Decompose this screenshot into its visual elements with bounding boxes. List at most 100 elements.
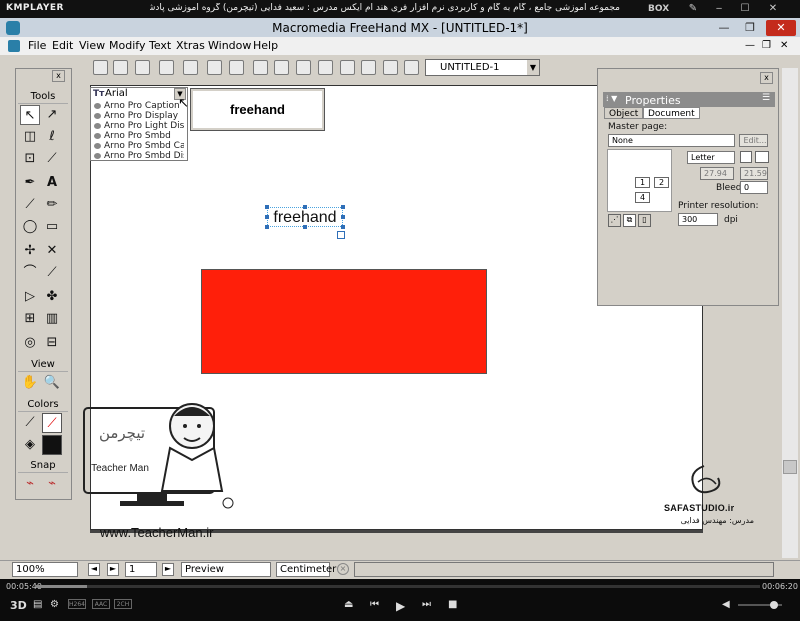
doc-close-icon[interactable]: ✕ — [780, 40, 788, 51]
fill-color-icon[interactable]: ◈ — [20, 435, 40, 455]
trace-tool-icon[interactable]: ⊞ — [20, 309, 40, 329]
page-size-select[interactable]: Letter — [687, 151, 735, 164]
page-prev-icon[interactable]: ◄ — [88, 563, 100, 576]
menu-text[interactable]: Text — [149, 39, 171, 52]
duplicate-page-icon[interactable]: ⧉ — [623, 214, 636, 227]
hand-tool-icon[interactable]: ✋ — [20, 373, 40, 393]
knife-tool-icon[interactable]: ⌒ — [20, 263, 40, 283]
pin-icon[interactable]: ✎ — [686, 3, 700, 15]
stroke-color-icon[interactable]: ⟋ — [20, 413, 40, 433]
subselect-tool-icon[interactable]: ↗ — [42, 105, 62, 125]
page-thumb[interactable]: 4 — [635, 192, 650, 203]
page-next-icon[interactable]: ► — [107, 563, 119, 576]
master-page-select[interactable]: None — [608, 134, 735, 147]
page-height-field[interactable]: 21.59 — [740, 167, 768, 180]
lock-icon[interactable] — [207, 60, 222, 75]
tab-document[interactable]: Document — [643, 107, 700, 119]
selection-handle[interactable] — [265, 205, 269, 209]
link-box-handle[interactable] — [337, 231, 345, 239]
portrait-icon[interactable] — [740, 151, 752, 163]
snap-point-icon[interactable]: ⌁ — [20, 474, 40, 494]
page-tool-icon[interactable]: ◫ — [20, 127, 40, 147]
transform-icon[interactable] — [296, 60, 311, 75]
selection-handle[interactable] — [341, 225, 345, 229]
page-thumb[interactable]: 2 — [654, 177, 669, 188]
app-minimize-icon[interactable]: — — [714, 20, 734, 36]
close-icon[interactable]: x — [52, 70, 65, 82]
connector-tool-icon[interactable]: ◎ — [20, 333, 40, 353]
minimize-icon[interactable]: ‒ — [712, 3, 726, 15]
tab-object[interactable]: Object — [604, 107, 644, 119]
page-number-select[interactable]: 1 — [125, 562, 157, 577]
doc-restore-icon[interactable]: ❐ — [762, 40, 771, 51]
eject-icon[interactable]: ⏏ — [344, 599, 353, 610]
page-last-icon[interactable]: ► — [162, 563, 174, 576]
document-select[interactable]: UNTITLED-1 — [425, 59, 540, 76]
brush-tool-icon[interactable]: ⟋ — [42, 263, 62, 283]
previous-icon[interactable]: ⏮ — [370, 599, 379, 610]
menu-window[interactable]: Window — [208, 39, 251, 52]
options-menu-icon[interactable]: ☰ — [762, 93, 770, 103]
graph-tool-icon[interactable]: ▥ — [42, 309, 62, 329]
cancel-icon[interactable]: × — [337, 563, 349, 575]
line-tool-icon[interactable]: ⟋ — [20, 195, 40, 215]
export-icon[interactable] — [183, 60, 198, 75]
close-icon[interactable]: ✕ — [766, 3, 780, 15]
unlock-icon[interactable] — [229, 60, 244, 75]
envelope-tool-icon[interactable]: ✤ — [42, 287, 62, 307]
menu-xtras[interactable]: Xtras — [176, 39, 205, 52]
swatches-icon[interactable] — [361, 60, 376, 75]
eyedropper-tool-icon[interactable]: ⟋ — [42, 149, 62, 169]
kmplayer-box-label[interactable]: BOX — [648, 4, 669, 14]
page-view-icon[interactable]: ▯ — [638, 214, 651, 227]
selection-handle[interactable] — [341, 215, 345, 219]
doc-minimize-icon[interactable]: — — [745, 40, 755, 51]
save-icon[interactable] — [135, 60, 150, 75]
font-option[interactable]: Arno Pro Smbd Disp — [92, 151, 184, 161]
ellipse-tool-icon[interactable]: ◯ — [20, 217, 40, 237]
text-tool-icon[interactable]: A — [42, 173, 62, 193]
grip-icon[interactable]: ⁞ ▼ — [606, 94, 617, 103]
rectangle-tool-icon[interactable]: ▭ — [42, 217, 62, 237]
group-icon[interactable] — [253, 60, 268, 75]
selection-handle[interactable] — [303, 205, 307, 209]
selection-handle[interactable] — [265, 215, 269, 219]
seek-bar[interactable] — [36, 585, 760, 588]
menu-file[interactable]: File — [28, 39, 46, 52]
close-icon[interactable]: x — [760, 72, 773, 84]
3d-icon[interactable]: 3D — [10, 599, 27, 612]
zoom-select[interactable]: 100% — [12, 562, 78, 577]
blend-tool-icon[interactable]: ▷ — [20, 287, 40, 307]
layers-icon[interactable] — [318, 60, 333, 75]
pointer-tool-icon[interactable]: ↖ — [20, 105, 40, 125]
font-option[interactable]: Arno Pro Smbd — [92, 131, 184, 141]
play-icon[interactable]: ▶ — [396, 599, 405, 613]
selection-handle[interactable] — [303, 225, 307, 229]
scrollbar-thumb[interactable] — [783, 460, 797, 474]
next-icon[interactable]: ⏭ — [422, 599, 431, 610]
selection-handle[interactable] — [341, 205, 345, 209]
menu-edit[interactable]: Edit — [52, 39, 73, 52]
new-icon[interactable] — [93, 60, 108, 75]
open-icon[interactable] — [113, 60, 128, 75]
edit-button[interactable]: Edit... — [739, 134, 768, 147]
font-option[interactable]: Arno Pro Light Disp — [92, 121, 184, 131]
fill-swatch-icon[interactable] — [42, 435, 62, 455]
document-icon[interactable] — [8, 40, 20, 52]
bleed-field[interactable]: 0 — [740, 181, 768, 194]
font-option[interactable]: Arno Pro Display — [92, 111, 184, 121]
settings-icon[interactable]: ⚙ — [50, 599, 59, 610]
library-icon[interactable] — [383, 60, 398, 75]
zoom-tool-icon[interactable]: 🔍 — [42, 373, 62, 393]
app-restore-icon[interactable]: ❐ — [740, 20, 760, 36]
chart-tool-icon[interactable]: ⊟ — [42, 333, 62, 353]
stop-icon[interactable]: ■ — [448, 599, 457, 610]
menu-view[interactable]: View — [79, 39, 105, 52]
volume-icon[interactable]: ◀ — [722, 599, 730, 610]
lasso-tool-icon[interactable]: ℓ — [42, 127, 62, 147]
view-mode-select[interactable]: Preview — [181, 562, 271, 577]
printer-res-select[interactable]: 300 — [678, 213, 718, 226]
stroke-swatch-icon[interactable]: ⟋ — [42, 413, 62, 433]
snap-guide-icon[interactable]: ⌁ — [42, 474, 62, 494]
page-width-field[interactable]: 27.94 — [700, 167, 734, 180]
